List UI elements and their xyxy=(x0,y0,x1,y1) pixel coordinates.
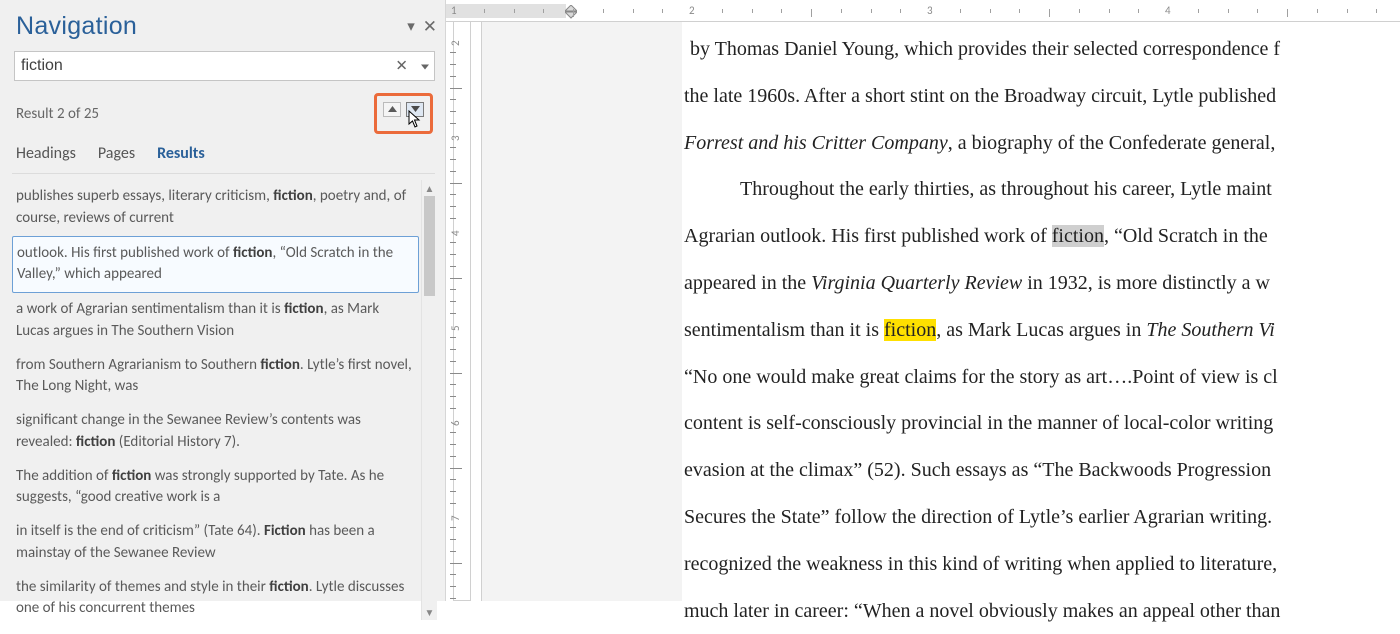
scroll-down-icon[interactable]: ▼ xyxy=(422,604,437,620)
document-area: 1234 by Thomas Daniel Young, which provi… xyxy=(682,0,1400,601)
scroll-up-icon[interactable]: ▲ xyxy=(422,180,437,196)
clear-search-icon[interactable]: ✕ xyxy=(395,57,408,76)
tab-pages[interactable]: Pages xyxy=(98,144,135,163)
prev-result-button[interactable] xyxy=(383,102,401,117)
search-result-item[interactable]: the similarity of themes and style in th… xyxy=(12,571,419,621)
doc-line: “No one would make great claims for the … xyxy=(684,354,1400,401)
vertical-ruler: L 234567 xyxy=(446,0,482,601)
search-options-caret-icon[interactable] xyxy=(421,57,429,76)
scroll-thumb[interactable] xyxy=(424,196,435,296)
search-result-item[interactable]: from Southern Agrarianism to Southern fi… xyxy=(12,349,419,405)
search-result-item[interactable]: a work of Agrarian sentimentalism than i… xyxy=(12,293,419,349)
search-input[interactable] xyxy=(14,51,435,81)
doc-line: appeared in the Virginia Quarterly Revie… xyxy=(684,260,1400,307)
document-gutter xyxy=(482,0,682,601)
indent-marker-icon[interactable] xyxy=(565,5,577,19)
navigation-title: Navigation xyxy=(16,12,137,41)
navigation-pane: Navigation ▾ ✕ ✕ Result 2 of 25 xyxy=(0,0,446,601)
tab-headings[interactable]: Headings xyxy=(16,144,76,163)
document-page[interactable]: by Thomas Daniel Young, which provides t… xyxy=(682,22,1400,601)
match-highlight: fiction xyxy=(884,319,936,341)
search-result-item[interactable]: in itself is the end of criticism” (Tate… xyxy=(12,515,419,571)
search-box-wrap: ✕ xyxy=(14,51,435,81)
doc-line: the late 1960s. After a short stint on t… xyxy=(684,73,1400,120)
panel-options-caret-icon[interactable]: ▾ xyxy=(407,17,415,36)
doc-line: evasion at the climax” (52). Such essays… xyxy=(684,447,1400,494)
horizontal-ruler: 1234 xyxy=(446,0,1400,22)
close-panel-icon[interactable]: ✕ xyxy=(423,16,437,37)
search-result-item[interactable]: outlook. His first published work of fic… xyxy=(12,236,419,294)
doc-line: Secures the State” follow the direction … xyxy=(684,494,1400,541)
search-result-item[interactable]: The addition of fiction was strongly sup… xyxy=(12,460,419,516)
doc-line: much later in career: “When a novel obvi… xyxy=(684,588,1400,634)
tab-results[interactable]: Results xyxy=(157,144,205,163)
mouse-cursor-icon xyxy=(408,110,422,133)
doc-line: Agrarian outlook. His first published wo… xyxy=(684,213,1400,260)
search-result-item[interactable]: significant change in the Sewanee Review… xyxy=(12,404,419,460)
results-list: publishes superb essays, literary critic… xyxy=(12,180,437,620)
doc-line: sentimentalism than it is fiction, as Ma… xyxy=(684,307,1400,354)
result-count: Result 2 of 25 xyxy=(16,105,99,123)
doc-line: content is self-consciously provincial i… xyxy=(684,400,1400,447)
doc-line: Throughout the early thirties, as throug… xyxy=(684,166,1400,213)
doc-line: Forrest and his Critter Company, a biogr… xyxy=(684,120,1400,167)
current-match-highlight: fiction xyxy=(1052,225,1104,247)
doc-line: by Thomas Daniel Young, which provides t… xyxy=(684,26,1400,73)
results-scrollbar[interactable]: ▲ ▼ xyxy=(421,180,437,620)
prev-next-highlight-box xyxy=(374,93,433,134)
doc-line: recognized the weakness in this kind of … xyxy=(684,541,1400,588)
search-result-item[interactable]: publishes superb essays, literary critic… xyxy=(12,180,419,236)
